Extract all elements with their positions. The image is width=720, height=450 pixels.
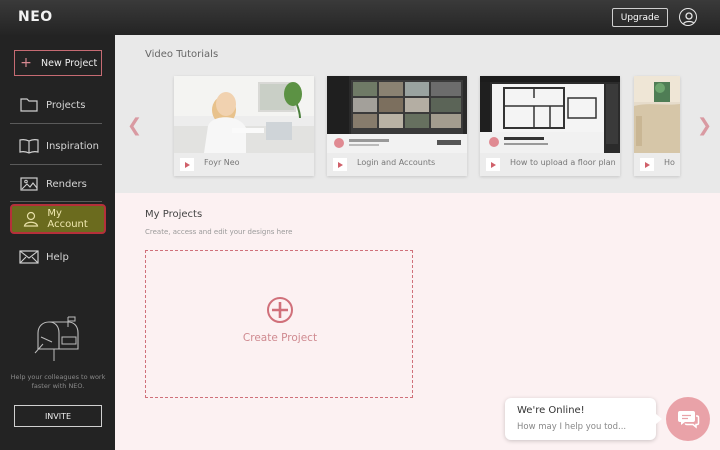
chat-title: We're Online!	[517, 405, 585, 416]
card-title: Foyr Neo	[204, 158, 240, 167]
chat-message: How may I help you tod...	[517, 422, 627, 432]
top-bar: NEO Upgrade	[0, 0, 720, 35]
image-icon	[18, 174, 40, 194]
divider	[10, 123, 102, 124]
new-project-button[interactable]: + New Project	[14, 50, 102, 76]
card-title: How to upload a floor plan	[510, 158, 616, 167]
user-profile-icon[interactable]	[679, 8, 697, 26]
chat-icon	[678, 411, 700, 429]
card-title: Ho	[664, 158, 675, 167]
mail-icon	[18, 247, 40, 267]
card-footer: Login and Accounts	[327, 153, 467, 176]
invite-button[interactable]: INVITE	[14, 405, 102, 427]
sidebar-item-label: Renders	[46, 178, 87, 190]
carousel-next-arrow-icon[interactable]: ❯	[697, 115, 712, 136]
video-thumbnail	[327, 76, 467, 153]
sidebar-item-my-account[interactable]: My Account	[10, 204, 106, 234]
card-footer: How to upload a floor plan	[480, 153, 620, 176]
add-circle-icon	[266, 296, 294, 328]
tutorial-card-partial[interactable]: Ho	[634, 76, 680, 176]
create-project-label: Create Project	[242, 332, 318, 344]
sidebar-item-renders[interactable]: Renders	[10, 170, 106, 198]
video-thumbnail	[480, 76, 620, 153]
sidebar-item-projects[interactable]: Projects	[10, 91, 106, 119]
create-project-card[interactable]: Create Project	[145, 250, 413, 398]
sidebar-item-help[interactable]: Help	[10, 243, 106, 271]
carousel-prev-arrow-icon[interactable]: ❮	[127, 115, 142, 136]
mailbox-icon	[32, 313, 84, 367]
sidebar-item-label: My Account	[47, 208, 88, 230]
video-thumbnail	[634, 76, 680, 153]
new-project-label: New Project	[41, 57, 98, 69]
section-title: Video Tutorials	[145, 49, 219, 60]
promo-text: Help your colleagues to work faster with…	[10, 373, 106, 390]
sidebar-item-label: Inspiration	[46, 140, 100, 152]
tutorial-card-foyr-neo[interactable]: Foyr Neo	[174, 76, 314, 176]
upgrade-button[interactable]: Upgrade	[612, 8, 668, 27]
video-thumbnail	[174, 76, 314, 153]
card-title: Login and Accounts	[357, 158, 436, 167]
folder-icon	[18, 95, 40, 115]
sidebar-item-inspiration[interactable]: Inspiration	[10, 132, 106, 160]
tutorial-card-upload-floor-plan[interactable]: How to upload a floor plan	[480, 76, 620, 176]
tutorial-card-login-accounts[interactable]: Login and Accounts	[327, 76, 467, 176]
sidebar-item-label: Projects	[46, 99, 86, 111]
video-tutorials-section: Video Tutorials ❮ ❯ Foyr Neo Login and A…	[115, 35, 720, 193]
app-window: NEO Upgrade + New Project Projects Inspi…	[0, 0, 720, 450]
divider	[10, 201, 102, 202]
chat-greeting-bubble[interactable]: We're Online! How may I help you tod...	[505, 398, 662, 440]
book-icon	[18, 136, 40, 156]
app-logo[interactable]: NEO	[18, 9, 53, 25]
section-title: My Projects	[145, 209, 203, 220]
play-icon[interactable]	[486, 158, 500, 171]
sidebar: + New Project Projects Inspiration Rende…	[0, 35, 115, 450]
sidebar-item-label: Help	[46, 251, 69, 263]
section-subtitle: Create, access and edit your designs her…	[145, 228, 293, 236]
divider	[10, 164, 102, 165]
chat-launcher-button[interactable]	[666, 397, 710, 441]
plus-icon: +	[20, 55, 32, 71]
user-icon	[20, 209, 41, 229]
play-icon[interactable]	[640, 158, 654, 171]
play-icon[interactable]	[333, 158, 347, 171]
card-footer: Foyr Neo	[174, 153, 314, 176]
play-icon[interactable]	[180, 158, 194, 171]
card-footer: Ho	[634, 153, 680, 176]
